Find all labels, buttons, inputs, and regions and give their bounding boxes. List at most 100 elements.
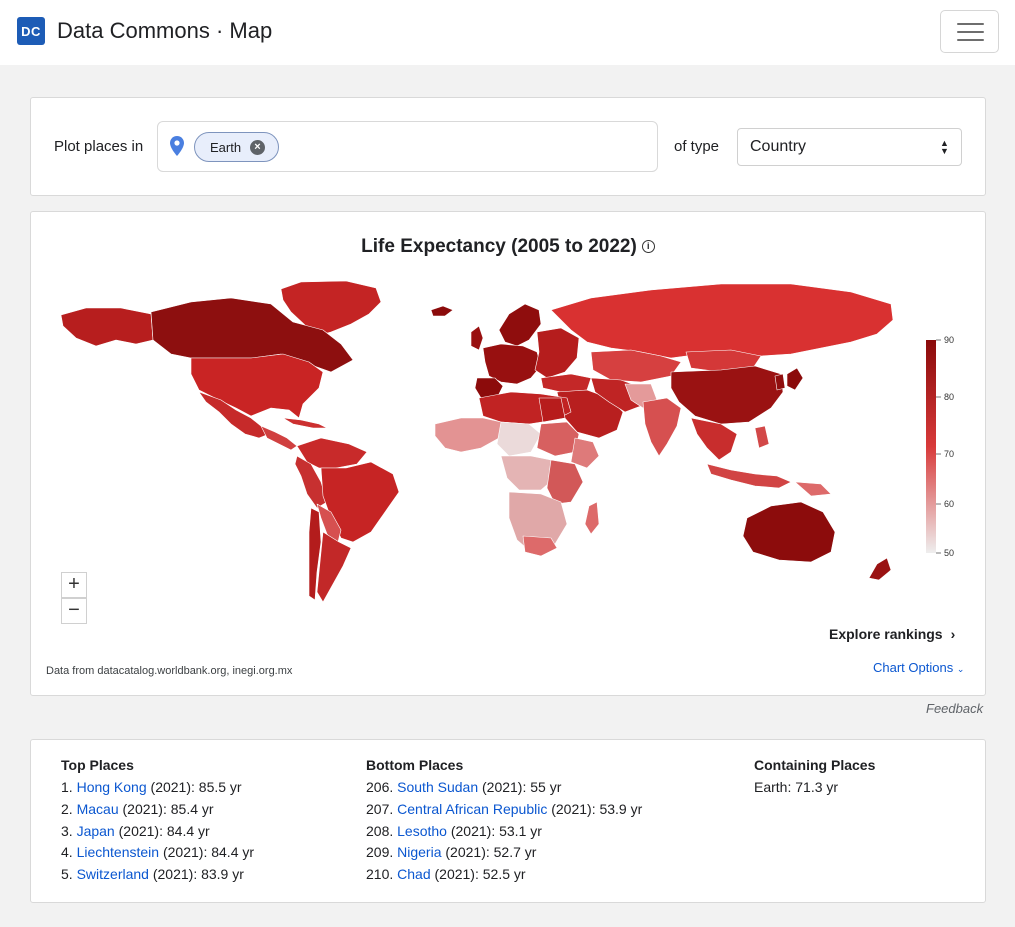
region-philippines xyxy=(754,425,770,449)
close-icon[interactable]: × xyxy=(250,140,265,155)
list-item: 1. Hong Kong (2021): 85.5 yr xyxy=(61,779,254,801)
rank-number: 3. xyxy=(61,822,73,839)
bottom-places-section: Bottom Places 206. South Sudan (2021): 5… xyxy=(366,757,642,888)
place-link[interactable]: Chad xyxy=(397,866,430,882)
region-southeast-asia xyxy=(690,417,738,461)
place-chip-earth[interactable]: Earth × xyxy=(194,132,279,162)
list-item: 2. Macau (2021): 85.4 yr xyxy=(61,801,254,823)
zoom-in-button[interactable]: + xyxy=(61,572,87,598)
rank-value: (2021): 53.1 yr xyxy=(450,822,542,839)
rankings-card: Top Places 1. Hong Kong (2021): 85.5 yr … xyxy=(30,739,986,903)
region-uk xyxy=(470,325,484,351)
region-korea xyxy=(774,373,786,391)
top-places-section: Top Places 1. Hong Kong (2021): 85.5 yr … xyxy=(61,757,254,888)
place-link[interactable]: Nigeria xyxy=(397,844,441,860)
region-alaska xyxy=(60,307,154,347)
region-indonesia xyxy=(706,463,792,489)
rank-value: (2021): 83.9 yr xyxy=(152,866,244,883)
explore-rankings-link[interactable]: Explore rankings › xyxy=(829,626,955,642)
region-central-sahel xyxy=(496,421,542,457)
list-item: 206. South Sudan (2021): 55 yr xyxy=(366,779,642,801)
rank-number: 207. xyxy=(366,800,394,817)
place-link[interactable]: Lesotho xyxy=(397,823,447,839)
region-new-zealand xyxy=(868,557,892,581)
chart-options-toggle[interactable]: Chart Options ⌄ xyxy=(873,660,964,675)
place-search-input[interactable]: Earth × xyxy=(157,121,658,172)
plot-places-label: Plot places in xyxy=(54,138,144,155)
bottom-places-heading: Bottom Places xyxy=(366,757,464,773)
region-east-africa xyxy=(546,459,584,505)
region-madagascar xyxy=(584,501,600,535)
place-link[interactable]: Japan xyxy=(77,823,115,839)
legend-tick-50: 50 xyxy=(944,548,954,558)
color-legend: 90 80 70 60 50 xyxy=(926,335,954,558)
rank-number: 209. xyxy=(366,844,394,861)
rank-value: (2021): 85.5 yr xyxy=(150,779,242,795)
region-central-america xyxy=(260,425,298,451)
containing-place-item: Earth: 71.3 yr xyxy=(754,779,839,795)
rank-value: (2021): 52.7 yr xyxy=(445,844,537,861)
region-papua-new-guinea xyxy=(794,481,832,497)
chevron-right-icon: › xyxy=(950,626,956,642)
rank-number: 5. xyxy=(61,866,73,883)
place-link[interactable]: Switzerland xyxy=(77,866,149,882)
rank-number: 1. xyxy=(61,779,73,795)
region-west-africa xyxy=(434,417,502,453)
app-title[interactable]: Data Commons · Map xyxy=(57,18,272,44)
place-search-card: Plot places in Earth × of type Country ▲… xyxy=(30,97,986,196)
data-commons-logo[interactable]: DC xyxy=(17,17,45,45)
region-russia xyxy=(550,283,894,359)
top-navbar: DC Data Commons · Map xyxy=(0,0,1015,65)
region-australia xyxy=(742,501,836,563)
region-turkey xyxy=(540,373,592,393)
list-item: 4. Liechtenstein (2021): 84.4 yr xyxy=(61,844,254,866)
legend-tick-80: 80 xyxy=(944,392,954,402)
chevron-down-icon: ⌄ xyxy=(956,664,965,674)
region-eastern-europe xyxy=(534,327,580,379)
legend-tick-60: 60 xyxy=(944,499,954,509)
legend-tick-90: 90 xyxy=(944,335,954,345)
rank-value: (2021): 84.4 yr xyxy=(162,844,255,861)
legend-tick-70: 70 xyxy=(944,449,954,459)
list-item: 207. Central African Republic (2021): 53… xyxy=(366,801,642,823)
region-caribbean xyxy=(282,417,328,429)
chart-options-label: Chart Options xyxy=(873,660,954,675)
containing-places-heading: Containing Places xyxy=(754,757,876,773)
rank-value: (2021): 52.5 yr xyxy=(434,866,526,883)
place-type-select[interactable]: Country ▲ ▼ xyxy=(737,128,962,166)
list-item: 209. Nigeria (2021): 52.7 yr xyxy=(366,844,642,866)
region-central-africa xyxy=(500,455,556,491)
place-link[interactable]: Central African Republic xyxy=(397,801,547,817)
feedback-link[interactable]: Feedback xyxy=(926,701,983,716)
place-chip-label: Earth xyxy=(210,140,242,155)
list-item: 3. Japan (2021): 84.4 yr xyxy=(61,823,254,845)
list-item: 208. Lesotho (2021): 53.1 yr xyxy=(366,823,642,845)
containing-places-section: Containing Places Earth: 71.3 yr xyxy=(754,757,875,801)
rank-number: 4. xyxy=(61,844,73,861)
world-map[interactable]: 90 80 70 60 50 xyxy=(31,212,987,697)
region-india xyxy=(642,397,682,457)
region-egypt xyxy=(538,397,566,423)
top-places-heading: Top Places xyxy=(61,757,134,773)
place-link[interactable]: Liechtenstein xyxy=(77,844,160,860)
place-type-value: Country xyxy=(750,138,807,155)
rank-number: 2. xyxy=(61,800,73,817)
region-united-states xyxy=(190,353,324,419)
location-pin-icon xyxy=(170,136,184,156)
place-link[interactable]: South Sudan xyxy=(397,779,478,795)
region-horn-of-africa xyxy=(570,437,600,469)
rank-number: 206. xyxy=(366,779,394,795)
region-japan xyxy=(786,367,804,391)
rank-value: (2021): 55 yr xyxy=(482,779,562,795)
rank-value: (2021): 85.4 yr xyxy=(122,800,214,817)
hamburger-icon[interactable] xyxy=(940,10,999,53)
rank-number: 210. xyxy=(366,866,394,883)
region-south-africa xyxy=(522,535,558,557)
place-link[interactable]: Macau xyxy=(77,801,119,817)
zoom-out-button[interactable]: − xyxy=(61,598,87,624)
place-link[interactable]: Hong Kong xyxy=(77,779,147,795)
region-china xyxy=(670,365,784,425)
map-card: Life Expectancy (2005 to 2022) i 90 80 7… xyxy=(30,211,986,696)
region-argentina xyxy=(316,531,352,603)
region-scandinavia xyxy=(498,303,542,347)
